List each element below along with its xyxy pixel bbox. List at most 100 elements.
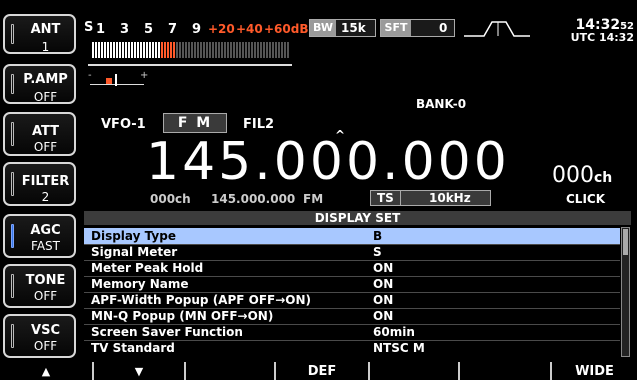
menu-row-value: ON — [373, 309, 394, 323]
side-button-tone[interactable]: TONE OFF — [3, 264, 76, 308]
function-key-label: DEF — [307, 364, 337, 379]
ts-divider — [400, 191, 401, 205]
menu-row-screen-saver[interactable]: Screen Saver Function 60min — [84, 324, 620, 340]
menu-scrollbar[interactable] — [621, 227, 630, 357]
menu-row-memory-name[interactable]: Memory Name ON — [84, 276, 620, 292]
menu-row-meter-peak-hold[interactable]: Meter Peak Hold ON — [84, 260, 620, 276]
meter-segment — [200, 42, 202, 58]
meter-segment — [140, 42, 142, 58]
bw-label: BW — [310, 20, 336, 36]
led-indicator — [11, 224, 14, 248]
menu-row-label: TV Standard — [91, 341, 175, 355]
meter-segment — [119, 42, 121, 58]
mode-label: F M — [177, 115, 213, 131]
meter-segment — [233, 42, 235, 58]
sub-meter: - + — [88, 70, 148, 90]
sub-meter-plus: + — [140, 70, 149, 81]
sub-meter-center — [115, 74, 117, 86]
meter-segment — [254, 42, 256, 58]
function-key-up[interactable]: ▲ — [0, 360, 92, 380]
bank-label: BANK-0 — [416, 97, 467, 111]
meter-segment — [236, 42, 238, 58]
s-meter-plus-tick: +20 — [208, 22, 235, 36]
menu-row-label: Signal Meter — [91, 245, 178, 259]
meter-segment — [92, 42, 94, 58]
meter-segment — [131, 42, 133, 58]
s-meter-baseline — [88, 64, 292, 66]
meter-segment — [263, 42, 265, 58]
side-button-agc[interactable]: AGC FAST — [3, 214, 76, 258]
meter-segment — [128, 42, 130, 58]
side-button-value: 1 — [41, 40, 50, 54]
meter-segment — [143, 42, 145, 58]
meter-segment — [113, 42, 115, 58]
menu-row-value: S — [373, 245, 382, 259]
function-key-5[interactable] — [370, 360, 458, 380]
meter-segment — [260, 42, 262, 58]
sft-value: 0 — [439, 21, 448, 35]
bw-box[interactable]: BW 15k — [309, 19, 376, 37]
s-meter-scale-tick: 9 — [192, 22, 202, 37]
ts-box[interactable]: TS 10kHz — [370, 190, 491, 206]
menu-scrollbar-thumb[interactable] — [623, 229, 628, 255]
display-set-title: DISPLAY SET — [84, 211, 631, 225]
meter-segment — [206, 42, 208, 58]
side-button-value: OFF — [33, 140, 58, 154]
meter-segment — [245, 42, 247, 58]
meter-segment — [284, 42, 286, 58]
meter-segment — [170, 42, 172, 58]
led-indicator — [11, 24, 14, 44]
meter-segment — [161, 42, 163, 58]
menu-row-mn-q-popup[interactable]: MN-Q Popup (MN OFF→ON) ON — [84, 308, 620, 324]
function-key-wide[interactable]: WIDE — [552, 360, 637, 380]
meter-segment — [248, 42, 250, 58]
channel-unit: ch — [594, 170, 613, 186]
meter-segment — [173, 42, 175, 58]
led-indicator — [11, 274, 14, 298]
meter-segment — [227, 42, 229, 58]
function-key-6[interactable] — [460, 360, 550, 380]
channel-display: 000ch — [552, 163, 612, 188]
ts-label: TS — [377, 191, 394, 205]
sft-label: SFT — [381, 20, 411, 36]
meter-segment — [146, 42, 148, 58]
function-key-def[interactable]: DEF — [276, 360, 368, 380]
side-button-pamp[interactable]: P.AMP OFF — [3, 64, 76, 104]
meter-segment — [95, 42, 97, 58]
tuning-caret-icon: ^ — [335, 128, 346, 142]
side-button-att[interactable]: ATT OFF — [3, 112, 76, 156]
menu-row-apf-width-popup[interactable]: APF-Width Popup (APF OFF→ON) ON — [84, 292, 620, 308]
meter-segment — [275, 42, 277, 58]
menu-row-tv-standard[interactable]: TV Standard NTSC M — [84, 340, 620, 356]
s-meter-scale-tick: 7 — [168, 22, 178, 37]
meter-segment — [116, 42, 118, 58]
side-button-label: ATT — [31, 124, 60, 139]
menu-row-label: Meter Peak Hold — [91, 261, 204, 275]
meter-segment — [137, 42, 139, 58]
utc-clock: UTC 14:32 — [570, 31, 634, 44]
function-key-3[interactable] — [186, 360, 274, 380]
menu-row-value: 60min — [373, 325, 415, 339]
led-indicator — [11, 74, 14, 94]
meter-segment — [188, 42, 190, 58]
s-meter-scale-tick: 5 — [144, 22, 154, 37]
meter-segment — [251, 42, 253, 58]
meter-segment — [98, 42, 100, 58]
function-key-label: WIDE — [575, 364, 614, 379]
sft-box[interactable]: SFT 0 — [380, 19, 455, 37]
meter-segment — [242, 42, 244, 58]
side-button-filter[interactable]: FILTER 2 — [3, 162, 76, 206]
meter-segment — [281, 42, 283, 58]
menu-row-signal-meter[interactable]: Signal Meter S — [84, 244, 620, 260]
menu-row-label: Display Type — [91, 229, 176, 243]
passband-icon — [464, 21, 530, 37]
function-key-down[interactable]: ▼ — [94, 360, 184, 380]
menu-row-label: Screen Saver Function — [91, 325, 243, 339]
mode-box[interactable]: F M — [163, 113, 227, 133]
side-button-label: VSC — [31, 323, 60, 338]
side-button-vsc[interactable]: VSC OFF — [3, 314, 76, 358]
meter-segment — [203, 42, 205, 58]
menu-row-display-type[interactable]: Display Type B — [84, 228, 620, 244]
sub-meter-minus: - — [88, 70, 92, 81]
side-button-ant[interactable]: ANT 1 — [3, 14, 76, 54]
